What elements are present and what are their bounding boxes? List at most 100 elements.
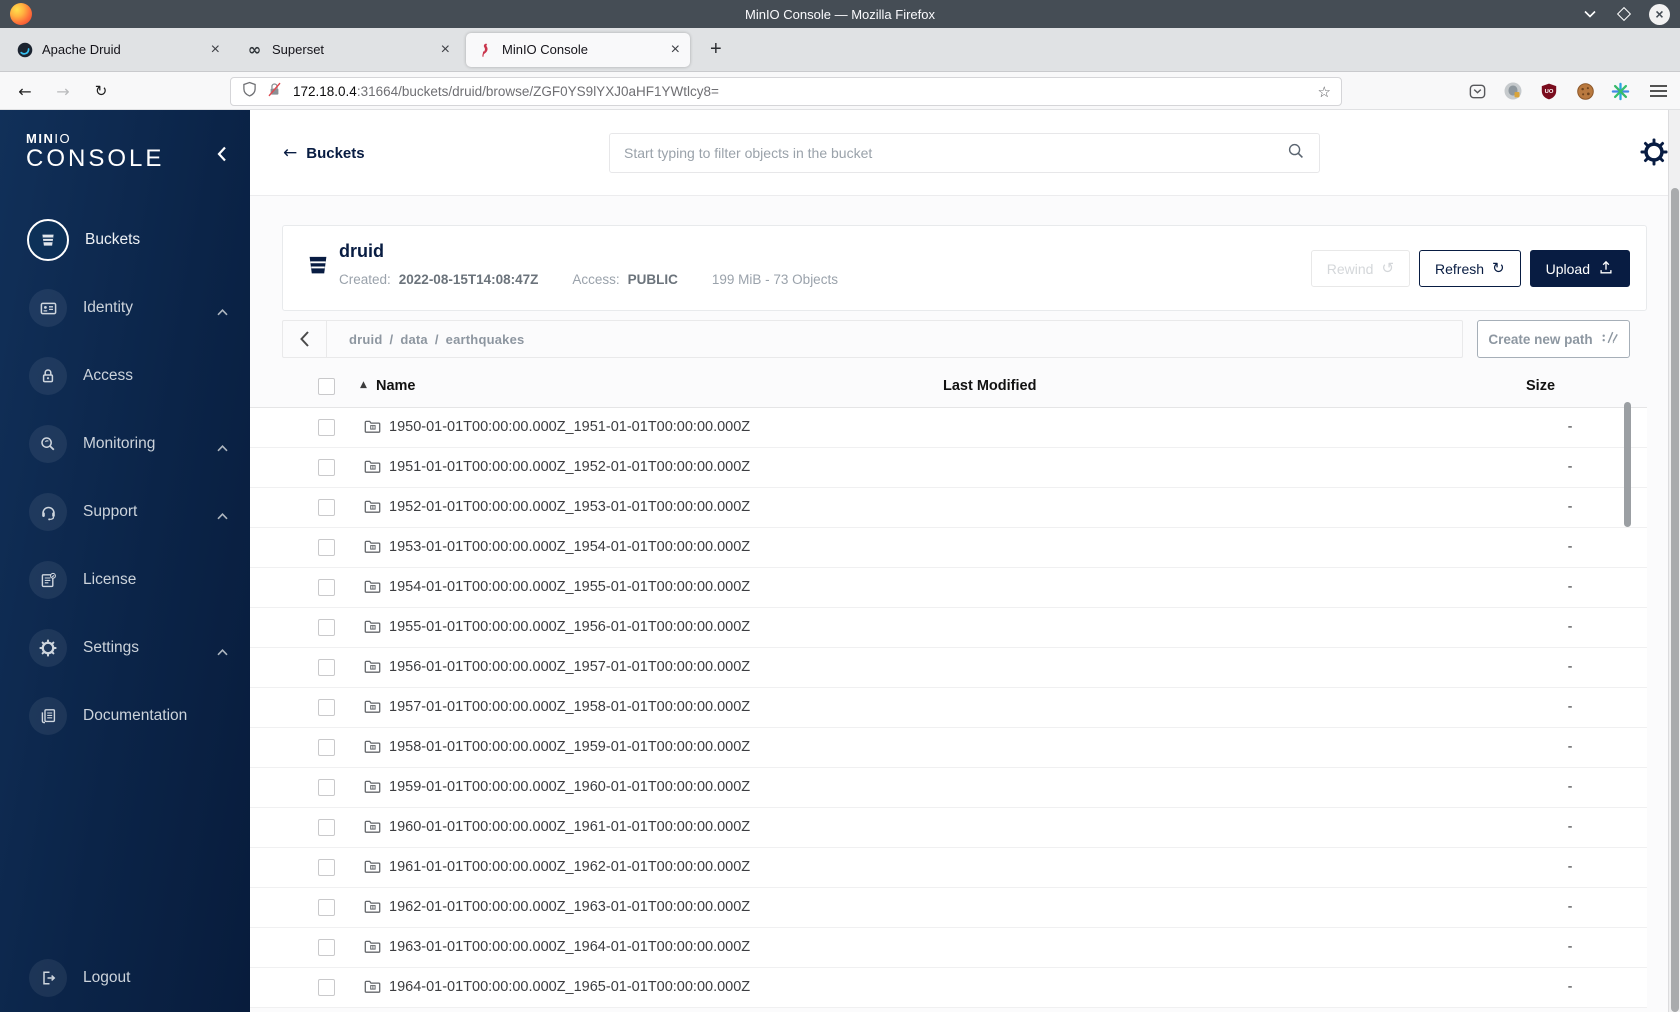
sidebar-item-access[interactable]: Access [0,342,250,410]
object-name[interactable]: 1950-01-01T00:00:00.000Z_1951-01-01T00:0… [389,419,750,435]
row-checkbox[interactable] [318,899,335,916]
row-checkbox[interactable] [318,619,335,636]
rewind-button[interactable]: Rewind ↺ [1310,250,1411,287]
row-checkbox[interactable] [318,739,335,756]
tab-superset[interactable]: ∞ Superset × [236,33,460,67]
back-to-buckets-link[interactable]: ← Buckets [283,143,365,163]
table-row[interactable]: 1964-01-01T00:00:00.000Z_1965-01-01T00:0… [250,968,1647,1008]
chevron-up-icon[interactable] [217,507,228,525]
create-new-path-button[interactable]: Create new path [1477,320,1630,358]
sort-ascending-icon[interactable]: ▲ [360,380,367,390]
shield-icon[interactable] [241,81,258,103]
object-name[interactable]: 1963-01-01T00:00:00.000Z_1964-01-01T00:0… [389,939,750,955]
table-row[interactable]: 1957-01-01T00:00:00.000Z_1958-01-01T00:0… [250,688,1647,728]
table-row[interactable]: 1958-01-01T00:00:00.000Z_1959-01-01T00:0… [250,728,1647,768]
maximize-icon[interactable] [1615,5,1633,23]
path-back-button[interactable] [283,321,327,357]
url-bar[interactable]: 172.18.0.4:31664/buckets/druid/browse/ZG… [230,77,1342,106]
select-all-checkbox[interactable] [318,378,335,395]
cookie-icon[interactable] [1573,72,1597,110]
object-name[interactable]: 1955-01-01T00:00:00.000Z_1956-01-01T00:0… [389,619,750,635]
forward-icon[interactable]: → [50,72,76,110]
table-scrollbar-thumb[interactable] [1624,402,1631,527]
object-name[interactable]: 1953-01-01T00:00:00.000Z_1954-01-01T00:0… [389,539,750,555]
object-name[interactable]: 1951-01-01T00:00:00.000Z_1952-01-01T00:0… [389,459,750,475]
object-name[interactable]: 1960-01-01T00:00:00.000Z_1961-01-01T00:0… [389,819,750,835]
sidebar-item-logout[interactable]: Logout [0,944,250,1012]
bookmark-star-icon[interactable]: ☆ [1318,83,1331,101]
table-row[interactable]: 1953-01-01T00:00:00.000Z_1954-01-01T00:0… [250,528,1647,568]
minimize-icon[interactable] [1581,5,1599,23]
table-row[interactable]: 1959-01-01T00:00:00.000Z_1960-01-01T00:0… [250,768,1647,808]
table-row[interactable]: 1951-01-01T00:00:00.000Z_1952-01-01T00:0… [250,448,1647,488]
chevron-up-icon[interactable] [217,303,228,321]
sidebar-item-support[interactable]: Support [0,478,250,546]
close-window-icon[interactable]: × [1649,3,1670,25]
object-name[interactable]: 1959-01-01T00:00:00.000Z_1960-01-01T00:0… [389,779,750,795]
breadcrumb-segment[interactable]: druid [349,332,383,347]
chevron-up-icon[interactable] [217,439,228,457]
table-row[interactable]: 1962-01-01T00:00:00.000Z_1963-01-01T00:0… [250,888,1647,928]
row-checkbox[interactable] [318,659,335,676]
object-name[interactable]: 1961-01-01T00:00:00.000Z_1962-01-01T00:0… [389,859,750,875]
row-checkbox[interactable] [318,819,335,836]
table-row[interactable]: 1954-01-01T00:00:00.000Z_1955-01-01T00:0… [250,568,1647,608]
breadcrumb-segment[interactable]: earthquakes [446,332,525,347]
page-scrollbar[interactable] [1668,110,1680,1012]
upload-button[interactable]: Upload [1529,250,1630,287]
object-name[interactable]: 1956-01-01T00:00:00.000Z_1957-01-01T00:0… [389,659,750,675]
search-input[interactable] [624,145,1287,161]
connection-not-secure-icon[interactable] [266,81,283,103]
asterisk-extension-icon[interactable] [1608,72,1632,110]
refresh-button[interactable]: Refresh ↻ [1419,250,1521,287]
new-tab-button[interactable]: + [702,38,730,61]
object-name[interactable]: 1964-01-01T00:00:00.000Z_1965-01-01T00:0… [389,979,750,995]
breadcrumb-segment[interactable]: data [400,332,428,347]
reload-icon[interactable]: ↻ [88,72,114,110]
row-checkbox[interactable] [318,859,335,876]
ublock-origin-icon[interactable]: UO [1537,72,1561,110]
pocket-icon[interactable] [1465,72,1489,110]
privacy-badger-icon[interactable] [1501,72,1525,110]
close-tab-icon[interactable]: × [441,41,450,58]
row-checkbox[interactable] [318,939,335,956]
settings-gear-icon[interactable] [1640,138,1668,166]
column-header-last-modified[interactable]: Last Modified [943,378,1036,394]
table-row[interactable]: 1956-01-01T00:00:00.000Z_1957-01-01T00:0… [250,648,1647,688]
tab-minio-console[interactable]: MinIO Console × [466,32,690,67]
filter-search-box[interactable] [609,133,1320,173]
object-name[interactable]: 1954-01-01T00:00:00.000Z_1955-01-01T00:0… [389,579,750,595]
close-tab-icon[interactable]: × [671,41,680,58]
table-row[interactable]: 1950-01-01T00:00:00.000Z_1951-01-01T00:0… [250,408,1647,448]
row-checkbox[interactable] [318,539,335,556]
sidebar-item-monitoring[interactable]: Monitoring [0,410,250,478]
sidebar-item-documentation[interactable]: Documentation [0,682,250,750]
table-row[interactable]: 1961-01-01T00:00:00.000Z_1962-01-01T00:0… [250,848,1647,888]
sidebar-collapse-icon[interactable] [212,144,232,164]
object-name[interactable]: 1958-01-01T00:00:00.000Z_1959-01-01T00:0… [389,739,750,755]
column-header-size[interactable]: Size [1526,378,1555,394]
table-row[interactable]: 1963-01-01T00:00:00.000Z_1964-01-01T00:0… [250,928,1647,968]
sidebar-item-license[interactable]: License [0,546,250,614]
sidebar-item-buckets[interactable]: Buckets [0,206,250,274]
object-name[interactable]: 1952-01-01T00:00:00.000Z_1953-01-01T00:0… [389,499,750,515]
tab-apache-druid[interactable]: Apache Druid × [6,33,230,67]
row-checkbox[interactable] [318,579,335,596]
row-checkbox[interactable] [318,699,335,716]
row-checkbox[interactable] [318,779,335,796]
table-row[interactable]: 1952-01-01T00:00:00.000Z_1953-01-01T00:0… [250,488,1647,528]
table-row[interactable]: 1955-01-01T00:00:00.000Z_1956-01-01T00:0… [250,608,1647,648]
page-scrollbar-thumb[interactable] [1670,188,1679,1012]
column-header-name[interactable]: Name [376,378,416,394]
row-checkbox[interactable] [318,979,335,996]
back-icon[interactable]: ← [12,72,38,110]
row-checkbox[interactable] [318,499,335,516]
table-row[interactable]: 1960-01-01T00:00:00.000Z_1961-01-01T00:0… [250,808,1647,848]
close-tab-icon[interactable]: × [211,41,220,58]
sidebar-item-settings[interactable]: Settings [0,614,250,682]
chevron-up-icon[interactable] [217,643,228,661]
row-checkbox[interactable] [318,419,335,436]
sidebar-item-identity[interactable]: Identity [0,274,250,342]
object-name[interactable]: 1962-01-01T00:00:00.000Z_1963-01-01T00:0… [389,899,750,915]
object-name[interactable]: 1957-01-01T00:00:00.000Z_1958-01-01T00:0… [389,699,750,715]
